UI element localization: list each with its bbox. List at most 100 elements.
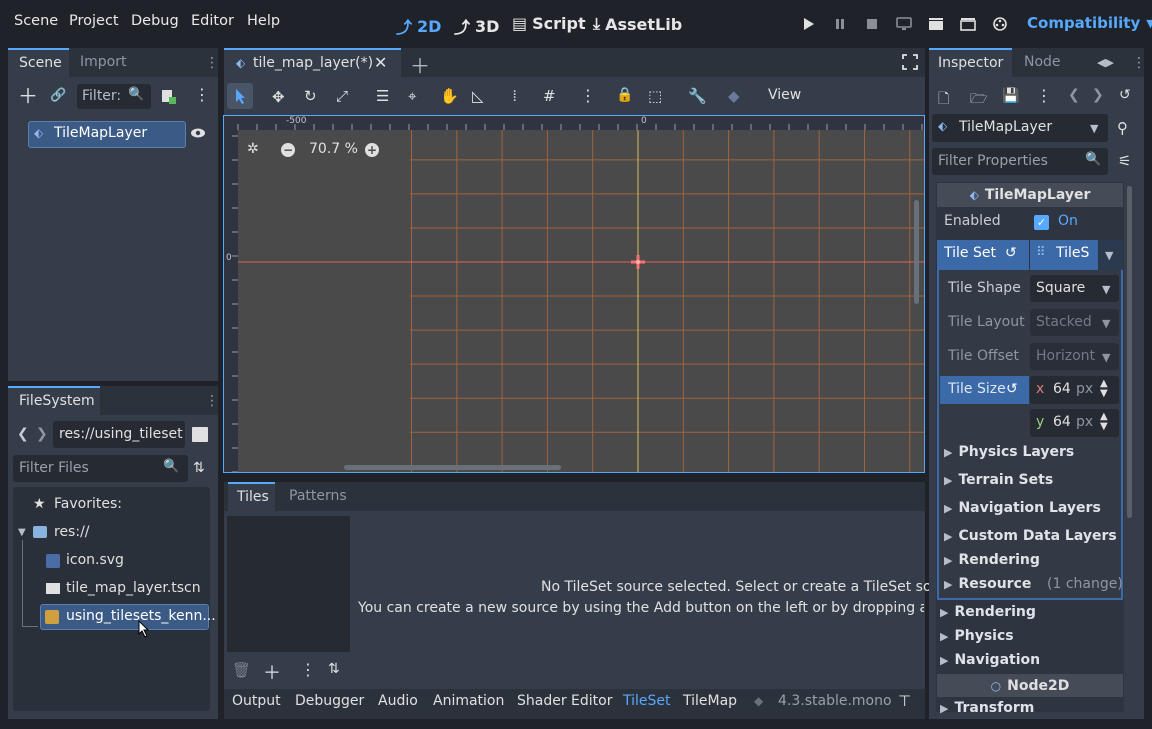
zoom-level[interactable]: 70.7 %	[309, 141, 358, 157]
new-tab-button[interactable]: ＋	[410, 50, 430, 79]
file-item-using-tilesets[interactable]: using_tilesets_kenn...	[40, 604, 216, 630]
play-custom-scene-button[interactable]	[958, 14, 978, 34]
filesystem-menu-icon[interactable]: ⋮	[205, 393, 219, 409]
vertical-scrollbar[interactable]	[914, 200, 919, 304]
section-physics-layers[interactable]: ▶ Physics Layers	[944, 444, 1074, 460]
file-item-icon-svg[interactable]: icon.svg	[66, 552, 124, 568]
visibility-toggle[interactable]	[190, 126, 206, 140]
pan-tool-button[interactable]: ✋	[440, 87, 459, 105]
history-back-icon[interactable]: ❮	[1068, 87, 1080, 103]
tileset-dropdown-button[interactable]: ▼	[1099, 240, 1123, 270]
source-menu-button[interactable]: ⋮	[300, 660, 316, 679]
save-resource-button[interactable]: 💾	[1002, 88, 1019, 104]
center-view-button[interactable]: ✲	[247, 141, 259, 157]
mode-assetlib-button[interactable]: ⤓ AssetLib	[593, 14, 682, 34]
tab-patterns[interactable]: Patterns	[289, 488, 347, 504]
add-node-button[interactable]: ＋	[18, 86, 38, 106]
pivot-tool-button[interactable]: ⌖	[408, 87, 416, 105]
tab-import[interactable]: Import	[80, 54, 126, 70]
tree-item-res-root[interactable]: res://	[54, 524, 90, 540]
ruler-tool-button[interactable]: ◺	[472, 87, 484, 105]
section-transform[interactable]: ▶ Transform	[940, 700, 1034, 716]
rotate-tool-button[interactable]: ↻	[304, 87, 317, 105]
grid-snap-button[interactable]: #	[543, 87, 556, 105]
back-arrow-icon[interactable]: ❮	[17, 426, 29, 442]
spinner-icon[interactable]: ▲ ▼	[1100, 412, 1108, 432]
enabled-checkbox[interactable]: ✓	[1034, 215, 1049, 230]
section-tileset-rendering[interactable]: ▶ Rendering	[944, 552, 1040, 568]
menu-editor[interactable]: Editor	[191, 13, 234, 29]
panel-audio[interactable]: Audio	[378, 693, 418, 709]
section-physics[interactable]: ▶ Physics	[940, 628, 1014, 644]
filter-properties-input[interactable]: Filter Properties 🔍	[932, 148, 1108, 175]
panel-output[interactable]: Output	[232, 693, 281, 709]
spinner-icon[interactable]: ▲ ▼	[1100, 379, 1108, 399]
inspector-scrollbar[interactable]	[1127, 186, 1132, 518]
load-resource-button[interactable]: 🗁	[970, 88, 987, 112]
tab-inspector[interactable]: Inspector	[929, 48, 1012, 77]
panel-tileset[interactable]: TileSet	[623, 693, 671, 709]
remote-debug-button[interactable]	[894, 14, 914, 34]
forward-arrow-icon[interactable]: ❯	[36, 426, 48, 442]
tile-shape-select[interactable]: Square ▼	[1030, 275, 1119, 302]
close-icon[interactable]: ✕	[374, 53, 387, 72]
view-menu[interactable]: View	[768, 87, 801, 103]
stop-button[interactable]	[862, 14, 882, 34]
mode-2d-button[interactable]: ⤴ 2D	[396, 14, 441, 38]
panel-debugger[interactable]: Debugger	[295, 693, 364, 709]
split-view-icon[interactable]	[192, 427, 208, 442]
panel-tilemap[interactable]: TileMap	[683, 693, 737, 709]
scale-tool-button[interactable]: ⤢	[336, 87, 348, 105]
canvas-viewport[interactable]: -500 0 0 ✲ − 70.7 % +	[223, 115, 925, 473]
tile-size-y-input[interactable]: y 64 px ▲ ▼	[1030, 409, 1119, 437]
section-resource[interactable]: ▶ Resource	[944, 576, 1031, 592]
path-field[interactable]: res://using_tileset	[53, 421, 185, 448]
menu-project[interactable]: Project	[69, 13, 119, 29]
tileset-sources-list[interactable]	[227, 516, 350, 652]
inspector-dock-menu-icon[interactable]: ⋮	[1132, 55, 1146, 71]
chevron-down-icon[interactable]: ▼	[18, 527, 26, 538]
tile-size-x-input[interactable]: x 64 px ▲ ▼	[1030, 376, 1119, 404]
menu-help[interactable]: Help	[247, 13, 280, 29]
scene-filter-input[interactable]: Filter: 🔍	[77, 84, 151, 109]
zoom-out-button[interactable]: −	[281, 143, 295, 157]
file-item-tile-map-layer[interactable]: tile_map_layer.tscn	[66, 580, 201, 596]
tab-tile-map-layer[interactable]: ⬖ tile_map_layer(*) ✕	[224, 48, 401, 77]
section-rendering[interactable]: ▶ Rendering	[940, 604, 1036, 620]
revert-icon[interactable]: ↺	[1005, 245, 1017, 261]
horizontal-scrollbar[interactable]	[344, 465, 561, 470]
section-custom-data-layers[interactable]: ▶ Custom Data Layers	[944, 528, 1117, 544]
filter-files-input[interactable]: Filter Files 🔍	[13, 455, 188, 482]
resource-menu-button[interactable]: ⋮	[1036, 86, 1052, 105]
camera-override-button[interactable]: ◆	[728, 87, 740, 105]
pause-button[interactable]	[830, 14, 850, 34]
move-tool-button[interactable]: ✥	[272, 88, 285, 106]
inspector-options-button[interactable]: ⚟	[1118, 152, 1131, 170]
delete-source-button[interactable]: 🗑	[232, 661, 251, 679]
new-resource-button[interactable]: 🗋	[938, 88, 949, 112]
panel-animation[interactable]: Animation	[433, 693, 504, 709]
list-select-button[interactable]: ☰	[376, 87, 389, 105]
mode-script-button[interactable]: ▤ Script	[512, 14, 586, 33]
tree-item-tilemaplayer[interactable]: ⬖ TileMapLayer	[28, 121, 186, 148]
scene-dock-menu-icon[interactable]: ⋮	[205, 55, 219, 71]
zoom-in-button[interactable]: +	[365, 143, 379, 157]
smart-snap-button[interactable]: ⦙	[513, 87, 516, 105]
scene-tree-more-icon[interactable]: ⋮	[194, 85, 210, 104]
mode-3d-button[interactable]: ⤴ 3D	[454, 14, 499, 38]
tile-offset-select[interactable]: Horizont ▼	[1030, 343, 1119, 370]
select-tool-button[interactable]	[227, 83, 253, 109]
distraction-free-button[interactable]	[902, 54, 918, 70]
movie-maker-button[interactable]	[990, 14, 1010, 34]
tileset-resource-picker[interactable]: ⠿ TileS	[1030, 240, 1098, 270]
tile-layout-select[interactable]: Stacked ▼	[1030, 309, 1119, 336]
renderer-selector[interactable]: Compatibility ▼	[1027, 14, 1152, 32]
section-navigation-layers[interactable]: ▶ Navigation Layers	[944, 500, 1101, 516]
tab-filesystem[interactable]: FileSystem	[8, 386, 100, 415]
dock-move-left-icon[interactable]: ◀▶	[1097, 56, 1114, 69]
attach-script-button[interactable]	[160, 88, 176, 104]
group-button[interactable]: ⬚	[648, 87, 662, 105]
section-navigation[interactable]: ▶ Navigation	[940, 652, 1040, 668]
tab-tiles[interactable]: Tiles	[228, 482, 275, 511]
object-tools-button[interactable]: ⚲	[1117, 119, 1128, 137]
